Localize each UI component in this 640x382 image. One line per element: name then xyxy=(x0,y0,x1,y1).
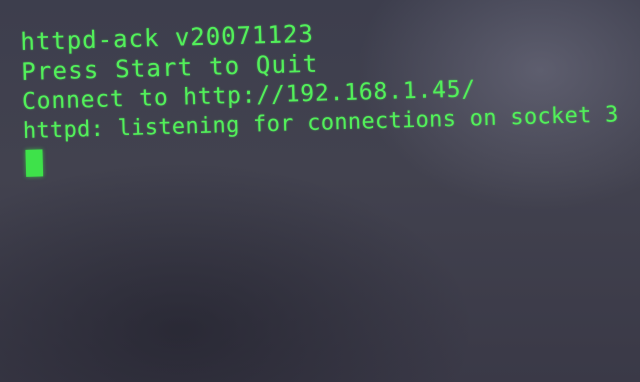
block-cursor xyxy=(25,149,44,177)
terminal-console: httpd-ack v20071123 Press Start to Quit … xyxy=(20,10,640,177)
crt-screen: httpd-ack v20071123 Press Start to Quit … xyxy=(0,0,640,382)
